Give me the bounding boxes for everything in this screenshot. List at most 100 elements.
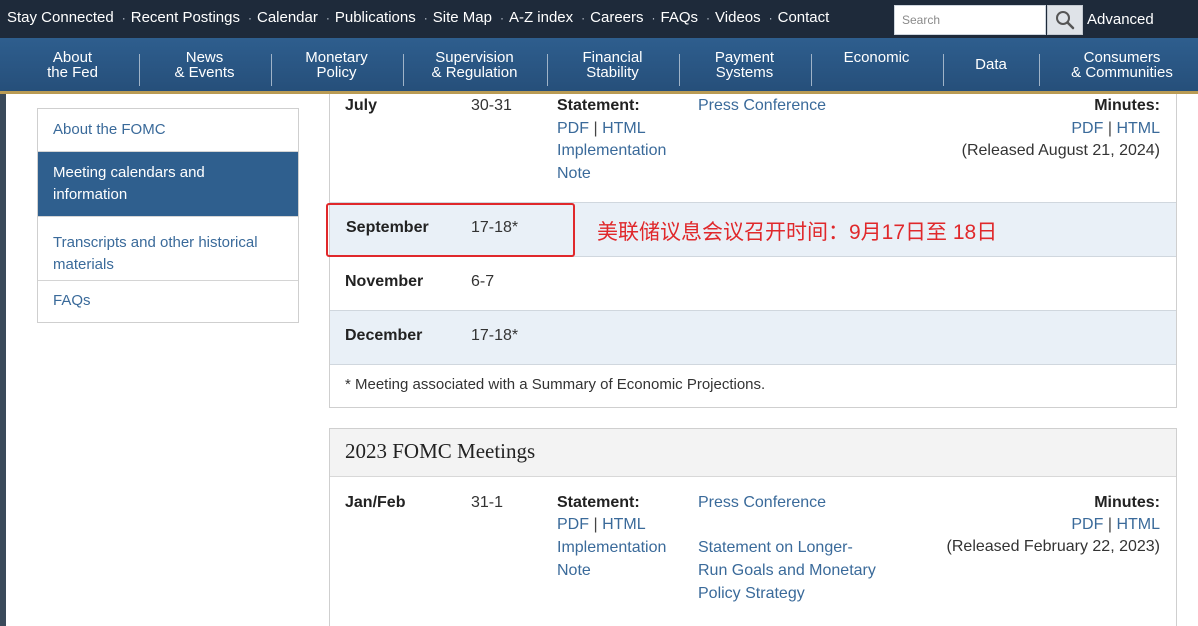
statement-pdf-link[interactable]: PDF	[557, 516, 589, 533]
statement-label: Statement:	[557, 494, 640, 511]
nav-about-the-fed[interactable]: About the Fed	[10, 38, 135, 91]
nav-label-line1: Data	[975, 56, 1007, 73]
nav-label-line1: Supervision	[435, 48, 514, 66]
separator-dot: ·	[706, 10, 711, 25]
statement-links: PDF | HTML	[557, 513, 646, 536]
minutes-html-link[interactable]: HTML	[1116, 516, 1160, 533]
implementation-note-link-line1[interactable]: Implementation	[557, 139, 666, 162]
annotation-text: 美联储议息会议召开时间：9月17日至 18日	[597, 221, 998, 244]
nav-divider	[943, 54, 944, 86]
nav-label-line2: Stability	[586, 63, 639, 81]
statement-label: Statement:	[557, 97, 640, 114]
statement-html-link[interactable]: HTML	[602, 516, 646, 533]
meeting-month: November	[345, 273, 424, 290]
nav-label-line1: Monetary	[305, 48, 368, 66]
meeting-days: 17-18*	[471, 327, 519, 344]
meeting-month: July	[345, 97, 378, 114]
link-separator: |	[593, 516, 598, 533]
meeting-row-janfeb: Jan/Feb 31-1 Statement: PDF | HTML Imple…	[330, 477, 1176, 626]
sidebar-menu: About the FOMC Meeting calendars and inf…	[37, 108, 299, 323]
main-navigation: About the Fed News & Events Monetary Policy…	[0, 38, 1198, 94]
sidebar-item-about-fomc[interactable]: About the FOMC	[38, 109, 298, 151]
nav-label-line2: & Events	[174, 63, 235, 81]
press-conference-link[interactable]: Press Conference	[698, 491, 826, 514]
nav-economic-research[interactable]: Economic	[814, 38, 939, 91]
longer-run-goals-link-line3[interactable]: Policy Strategy	[698, 582, 805, 605]
minutes-html-link[interactable]: HTML	[1116, 120, 1160, 137]
top-link-videos[interactable]: Videos	[715, 9, 761, 26]
separator-dot: ·	[651, 10, 656, 25]
top-link-a-z-index[interactable]: A-Z index	[509, 9, 573, 26]
meeting-month: Jan/Feb	[345, 494, 406, 511]
nav-label-line1: Economic	[843, 49, 910, 66]
statement-html-link[interactable]: HTML	[602, 120, 646, 137]
meeting-month: December	[345, 327, 423, 344]
nav-divider	[1039, 54, 1040, 86]
nav-divider	[679, 54, 680, 86]
longer-run-goals-link-line2[interactable]: Run Goals and Monetary	[698, 559, 876, 582]
nav-label-line2: & Communities	[1071, 63, 1173, 81]
nav-label-line1: Payment	[714, 48, 775, 66]
top-link-careers[interactable]: Careers	[590, 9, 643, 26]
separator-dot: ·	[247, 10, 252, 25]
sidebar-item-meeting-calendars[interactable]: Meeting calendars and information	[38, 151, 298, 216]
nav-divider	[271, 54, 272, 86]
minutes-links: PDF | HTML	[1071, 117, 1160, 140]
separator-dot: ·	[423, 10, 428, 25]
top-link-recent-postings[interactable]: Recent Postings	[131, 9, 240, 26]
nav-consumers-communities[interactable]: Consumers & Communities	[1042, 38, 1198, 91]
nav-label-line1: Consumers	[1083, 48, 1161, 66]
meeting-days: 31-1	[471, 494, 504, 511]
nav-data[interactable]: Data	[946, 38, 1036, 91]
separator-dot: ·	[581, 10, 586, 25]
nav-divider	[811, 54, 812, 86]
top-link-stay-connected[interactable]: Stay Connected	[7, 9, 114, 26]
statement-links: PDF | HTML	[557, 117, 646, 140]
nav-financial-stability[interactable]: Financial Stability	[550, 38, 675, 91]
top-utility-bar: Stay Connected · Recent Postings · Calen…	[0, 0, 1198, 38]
nav-news-events[interactable]: News & Events	[142, 38, 267, 91]
left-edge-strip	[0, 94, 6, 626]
nav-payment-systems[interactable]: Payment Systems	[682, 38, 807, 91]
nav-label-line2: Policy	[316, 63, 357, 81]
meeting-row-november: November 6-7	[330, 256, 1176, 310]
top-links: Stay Connected · Recent Postings · Calen…	[7, 9, 829, 26]
minutes-pdf-link[interactable]: PDF	[1071, 516, 1103, 533]
search-button[interactable]	[1047, 5, 1083, 35]
sidebar-item-faqs[interactable]: FAQs	[38, 280, 298, 322]
link-separator: |	[1107, 120, 1112, 137]
implementation-note-link-line2[interactable]: Note	[557, 162, 591, 185]
sidebar-item-transcripts[interactable]: Transcripts and other historical materia…	[38, 216, 298, 280]
top-link-faqs[interactable]: FAQs	[661, 9, 699, 26]
implementation-note-link-line2[interactable]: Note	[557, 559, 591, 582]
nav-divider	[547, 54, 548, 86]
search-input[interactable]	[894, 5, 1046, 35]
advanced-search-link[interactable]: Advanced	[1087, 11, 1154, 28]
top-link-publications[interactable]: Publications	[335, 9, 416, 26]
nav-label-line1: About	[52, 48, 93, 66]
minutes-pdf-link[interactable]: PDF	[1071, 120, 1103, 137]
footnote-row: * Meeting associated with a Summary of E…	[330, 364, 1176, 407]
minutes-label: Minutes:	[1094, 97, 1160, 114]
statement-pdf-link[interactable]: PDF	[557, 120, 589, 137]
implementation-note-link-line1[interactable]: Implementation	[557, 536, 666, 559]
separator-dot: ·	[121, 10, 126, 25]
longer-run-goals-link-line1[interactable]: Statement on Longer-	[698, 536, 853, 559]
link-separator: |	[593, 120, 598, 137]
panel-header: 2023 FOMC Meetings	[330, 429, 1176, 477]
top-link-site-map[interactable]: Site Map	[433, 9, 492, 26]
separator-dot: ·	[325, 10, 330, 25]
top-link-calendar[interactable]: Calendar	[257, 9, 318, 26]
minutes-release-date: (Released February 22, 2023)	[946, 538, 1160, 555]
sep-footnote: * Meeting associated with a Summary of E…	[345, 376, 766, 393]
separator-dot: ·	[499, 10, 504, 25]
nav-label-line1: News	[185, 48, 224, 66]
top-link-contact[interactable]: Contact	[778, 9, 830, 26]
press-conference-link[interactable]: Press Conference	[698, 94, 826, 117]
annotation-highlight-box	[326, 203, 575, 257]
nav-supervision-regulation[interactable]: Supervision & Regulation	[406, 38, 543, 91]
nav-monetary-policy[interactable]: Monetary Policy	[274, 38, 399, 91]
nav-label-line2: Systems	[715, 63, 774, 81]
meeting-row-july: July 30-31 Statement: PDF | HTML Impleme…	[330, 94, 1176, 202]
panel-title: 2023 FOMC Meetings	[345, 439, 536, 463]
